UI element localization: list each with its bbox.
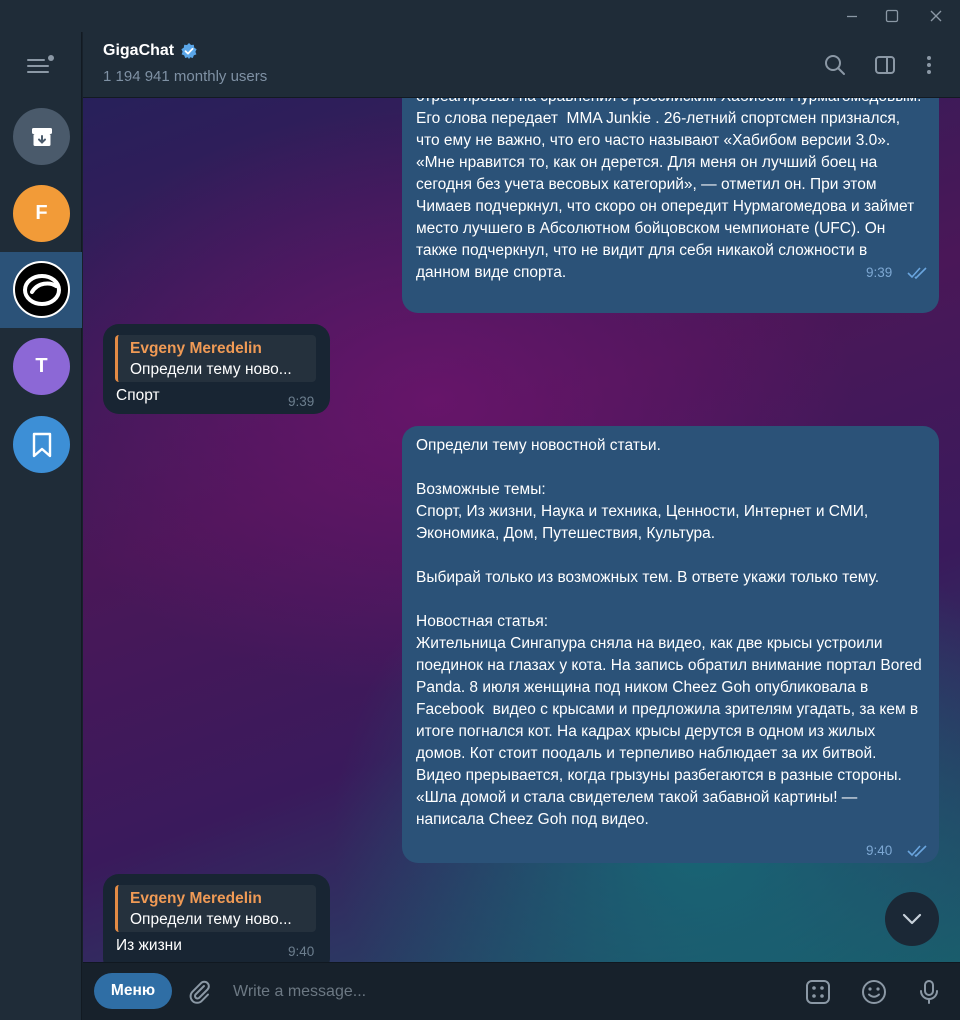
message-time: 9:39 <box>866 265 893 280</box>
scroll-to-bottom-button[interactable] <box>885 892 939 946</box>
window-titlebar <box>0 0 960 32</box>
message-composer: Меню <box>83 962 960 1020</box>
toggle-sidebar-button[interactable] <box>870 50 900 80</box>
chat-f-letter: F <box>35 202 48 224</box>
chat-archive[interactable] <box>13 108 70 165</box>
reply-preview[interactable]: Evgeny Meredelin Определи тему ново... <box>115 335 316 382</box>
message-history[interactable]: отреагировал на сравнения с российским Х… <box>83 98 960 962</box>
chat-title-text: GigaChat <box>103 42 175 59</box>
emoji-button[interactable] <box>857 975 891 1009</box>
commands-icon <box>806 980 830 1004</box>
close-button[interactable] <box>916 0 956 32</box>
reply-preview[interactable]: Evgeny Meredelin Определи тему ново... <box>115 885 316 932</box>
maximize-icon <box>885 9 899 23</box>
reply-snippet: Определи тему ново... <box>130 361 292 378</box>
more-vertical-icon <box>927 56 931 74</box>
chat-title[interactable]: GigaChat <box>103 42 198 60</box>
reply-author: Evgeny Meredelin <box>130 890 262 907</box>
read-checkmarks-icon <box>907 845 927 858</box>
bot-menu-button[interactable]: Меню <box>94 973 172 1009</box>
chevron-down-icon <box>902 913 922 925</box>
message-input[interactable] <box>233 977 773 1007</box>
chat-folder-sidebar: F T <box>0 32 82 1020</box>
reply-author: Evgeny Meredelin <box>130 340 262 357</box>
message-time: 9:40 <box>866 843 893 858</box>
message-time: 9:39 <box>288 394 315 409</box>
archive-icon <box>31 127 52 146</box>
more-options-button[interactable] <box>914 50 944 80</box>
maximize-button[interactable] <box>872 0 912 32</box>
sidebar-panel-icon <box>875 56 895 74</box>
paperclip-icon <box>189 980 210 1004</box>
chat-t-letter: T <box>35 355 48 377</box>
microphone-icon <box>920 980 938 1004</box>
chat-t[interactable]: T <box>13 338 70 395</box>
hamburger-menu-icon <box>27 55 54 73</box>
bot-commands-button[interactable] <box>801 975 835 1009</box>
chat-header: GigaChat 1 194 941 monthly users <box>83 32 960 98</box>
chat-f[interactable]: F <box>13 185 70 242</box>
bookmark-icon <box>32 432 51 457</box>
attach-button[interactable] <box>183 975 217 1009</box>
chat-subtitle: 1 194 941 monthly users <box>103 68 268 85</box>
chat-gigachat[interactable] <box>13 261 70 318</box>
message-bubble[interactable]: отреагировал на сравнения с российским Х… <box>402 98 939 313</box>
minimize-icon <box>847 15 857 18</box>
message-text: Из жизни <box>116 937 182 954</box>
search-button[interactable] <box>820 50 850 80</box>
chat-saved-messages[interactable] <box>13 416 70 473</box>
emoji-icon <box>862 980 886 1004</box>
message-bubble[interactable]: Evgeny Meredelin Определи тему ново... И… <box>103 874 330 962</box>
verified-badge-icon <box>181 43 197 59</box>
message-text: Определи тему новостной статьи. Возможны… <box>416 437 922 828</box>
message-text: Спорт <box>116 387 160 404</box>
message-bubble[interactable]: Evgeny Meredelin Определи тему ново... С… <box>103 324 330 414</box>
gigachat-logo-icon <box>22 273 61 306</box>
message-time: 9:40 <box>288 944 315 959</box>
reply-snippet: Определи тему ново... <box>130 911 292 928</box>
close-icon <box>930 10 942 22</box>
search-icon <box>825 55 845 75</box>
read-checkmarks-icon <box>907 267 927 280</box>
message-bubble[interactable]: Определи тему новостной статьи. Возможны… <box>402 426 939 863</box>
voice-message-button[interactable] <box>912 975 946 1009</box>
minimize-button[interactable] <box>832 0 872 32</box>
message-text: отреагировал на сравнения с российским Х… <box>416 98 921 281</box>
main-menu-button[interactable] <box>24 52 58 80</box>
